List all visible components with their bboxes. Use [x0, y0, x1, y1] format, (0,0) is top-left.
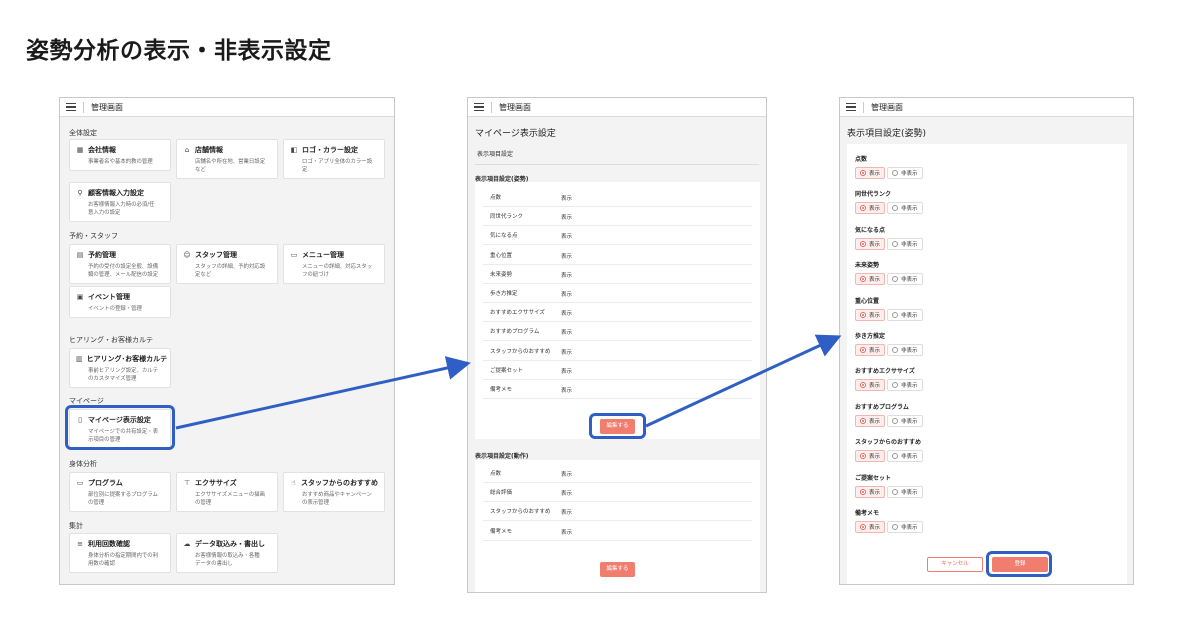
arrow-to-posture-settings [645, 334, 842, 428]
arrow-to-mypage-settings [175, 356, 471, 430]
flow-arrows [175, 334, 842, 430]
